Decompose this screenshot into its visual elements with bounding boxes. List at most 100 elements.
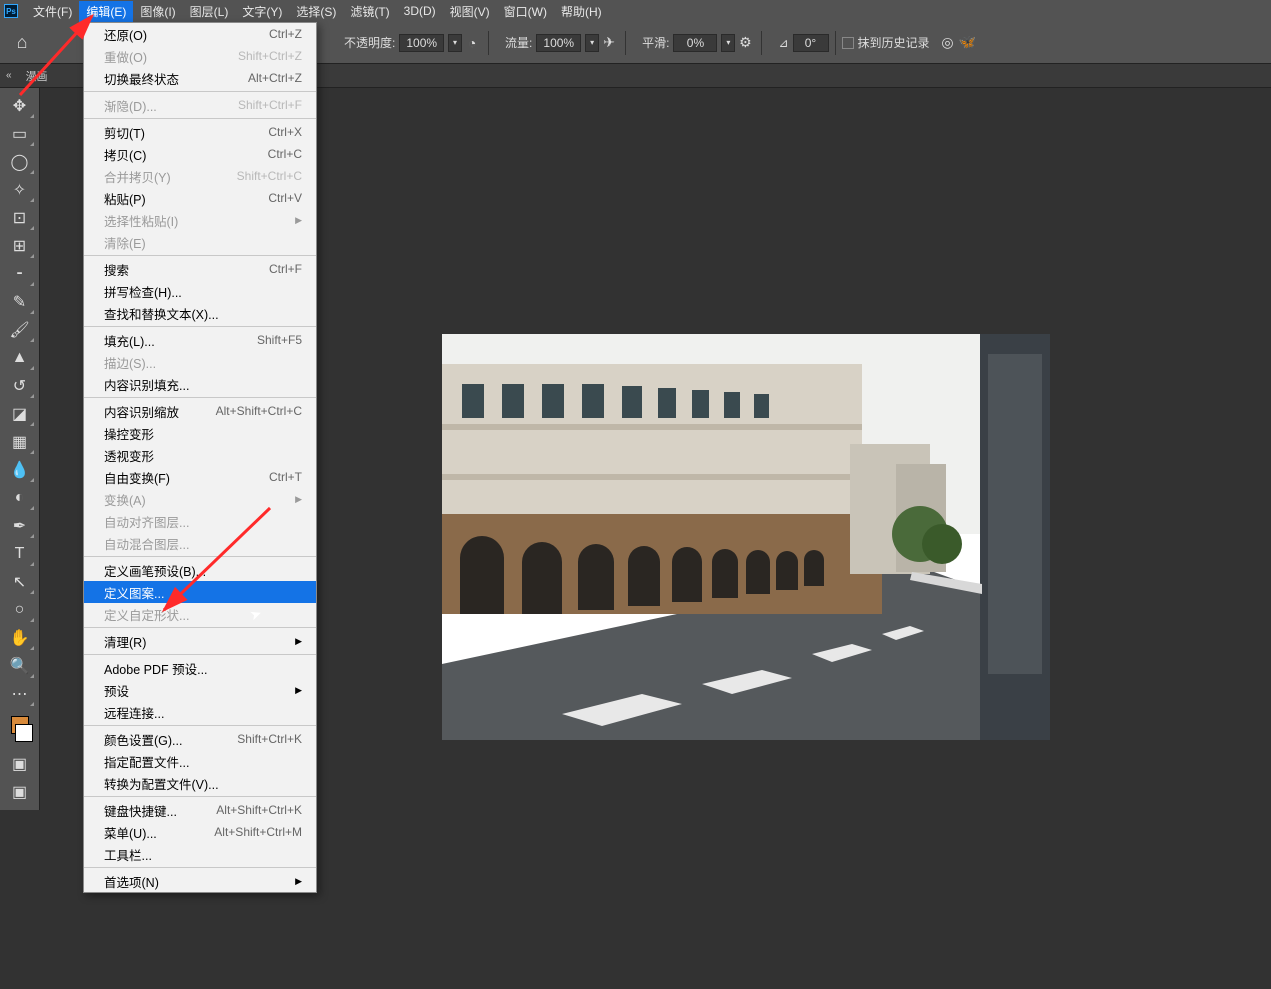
brush-tool[interactable]: 🖌 [4,316,36,344]
menu-layer[interactable]: 图层(L) [183,1,236,22]
background-color-swatch[interactable] [15,724,33,742]
menu-item-label: 还原(O) [104,25,147,44]
menu-item[interactable]: 剪切(T)Ctrl+X [84,121,316,143]
marquee-tool[interactable]: ▭ [4,120,36,148]
menu-item[interactable]: 拼写检查(H)... [84,280,316,302]
smooth-value[interactable]: 0% [673,34,717,52]
menu-item[interactable]: 内容识别填充... [84,373,316,395]
magic-wand-tool[interactable]: ✧ [4,176,36,204]
blur-tool[interactable]: 💧 [4,456,36,484]
angle-value[interactable]: 0° [793,34,829,52]
eyedropper-tool[interactable]: ⁃ [4,260,36,288]
menu-item-label: 自动混合图层... [104,534,189,553]
menu-shortcut: Shift+Ctrl+Z [238,49,302,63]
menu-item[interactable]: 远程连接... [84,701,316,723]
menu-item-label: 定义图案... [104,583,164,602]
menu-item[interactable]: 定义画笔预设(B)... [84,559,316,581]
more-tools[interactable]: ⋯ [4,680,36,708]
type-tool[interactable]: T [4,540,36,568]
menu-item[interactable]: 菜单(U)...Alt+Shift+Ctrl+M [84,821,316,843]
crop-tool[interactable]: ⊡ [4,204,36,232]
dodge-tool[interactable]: ◐ [4,484,36,512]
menu-separator [84,326,316,327]
menu-file[interactable]: 文件(F) [26,1,79,22]
menu-item[interactable]: 首选项(N)▶ [84,870,316,892]
menu-item[interactable]: 透视变形 [84,444,316,466]
clone-stamp-tool[interactable]: ▲ [4,344,36,372]
document-image[interactable] [442,334,1050,740]
menu-shortcut: Shift+Ctrl+F [238,98,302,112]
menu-type[interactable]: 文字(Y) [235,1,289,22]
history-checkbox[interactable]: 抹到历史记录 [842,34,930,51]
submenu-arrow-icon: ▶ [295,215,302,226]
pen-tool[interactable]: ✒ [4,512,36,540]
eraser-tool[interactable]: ◪ [4,400,36,428]
menu-separator [84,796,316,797]
menu-item[interactable]: 清理(R)▶ [84,630,316,652]
menu-item[interactable]: 粘贴(P)Ctrl+V [84,187,316,209]
menu-image[interactable]: 图像(I) [133,1,182,22]
path-select-tool[interactable]: ↖ [4,568,36,596]
history-brush-tool[interactable]: ↺ [4,372,36,400]
flow-dropdown[interactable]: ▾ [585,34,599,52]
menu-item-label: 粘贴(P) [104,189,146,208]
hand-tool[interactable]: ✋ [4,624,36,652]
move-tool[interactable]: ✥ [4,92,36,120]
menu-separator [84,91,316,92]
smooth-dropdown[interactable]: ▾ [721,34,735,52]
menu-window[interactable]: 窗口(W) [497,1,554,22]
menu-item[interactable]: 填充(L)...Shift+F5 [84,329,316,351]
menu-item[interactable]: Adobe PDF 预设... [84,657,316,679]
menu-item: 描边(S)... [84,351,316,373]
flow-value[interactable]: 100% [536,34,581,52]
shape-tool[interactable]: ○ [4,596,36,624]
symmetry-icon[interactable]: 🦋 [958,33,978,53]
zoom-tool[interactable]: 🔍 [4,652,36,680]
menu-3d[interactable]: 3D(D) [397,2,443,20]
menu-select[interactable]: 选择(S) [289,1,343,22]
menu-item[interactable]: 切换最终状态Alt+Ctrl+Z [84,67,316,89]
menu-item[interactable]: 键盘快捷键...Alt+Shift+Ctrl+K [84,799,316,821]
document-tab[interactable]: 漫画 [18,65,56,87]
menu-view[interactable]: 视图(V) [443,1,497,22]
menu-item[interactable]: 拷贝(C)Ctrl+C [84,143,316,165]
smooth-gear-icon[interactable]: ⚙ [735,33,755,53]
menu-item-label: 变换(A) [104,490,146,509]
lasso-tool[interactable]: ◯ [4,148,36,176]
menu-filter[interactable]: 滤镜(T) [343,1,396,22]
tab-scroll-left[interactable]: « [6,70,12,81]
menu-shortcut: Alt+Shift+Ctrl+C [216,404,302,418]
menu-item-label: 颜色设置(G)... [104,730,182,749]
healing-brush-tool[interactable]: ✎ [4,288,36,316]
menu-item-label: 清除(E) [104,233,146,252]
menu-item[interactable]: 自由变换(F)Ctrl+T [84,466,316,488]
menu-item[interactable]: 工具栏... [84,843,316,865]
menu-item[interactable]: 内容识别缩放Alt+Shift+Ctrl+C [84,400,316,422]
menu-item-label: 切换最终状态 [104,69,179,88]
airbrush-icon[interactable]: ✈ [599,33,619,53]
opacity-dropdown[interactable]: ▾ [448,34,462,52]
tablet-pressure-icon[interactable]: ◎ [938,33,958,53]
menu-help[interactable]: 帮助(H) [554,1,609,22]
menu-item[interactable]: 操控变形 [84,422,316,444]
menu-item: 清除(E) [84,231,316,253]
pressure-opacity-icon[interactable]: ◔ [462,33,482,53]
gradient-tool[interactable]: ▦ [4,428,36,456]
home-button[interactable]: ⌂ [6,27,38,59]
menu-item[interactable]: 指定配置文件... [84,750,316,772]
screen-mode-icon[interactable]: ▣ [4,778,36,806]
menu-item[interactable]: 转换为配置文件(V)... [84,772,316,794]
menu-item[interactable]: 颜色设置(G)...Shift+Ctrl+K [84,728,316,750]
menu-edit[interactable]: 编辑(E) [79,1,133,22]
menu-item[interactable]: 查找和替换文本(X)... [84,302,316,324]
quick-mask-icon[interactable]: ▣ [4,750,36,778]
menu-item[interactable]: 还原(O)Ctrl+Z [84,23,316,45]
frame-tool[interactable]: ⊞ [4,232,36,260]
menu-separator [84,397,316,398]
opacity-value[interactable]: 100% [399,34,444,52]
menu-item[interactable]: 搜索Ctrl+F [84,258,316,280]
menu-item[interactable]: 预设▶ [84,679,316,701]
menu-item[interactable]: 定义图案... [84,581,316,603]
menu-shortcut: Shift+Ctrl+C [237,169,302,183]
menu-item-label: 菜单(U)... [104,823,157,842]
